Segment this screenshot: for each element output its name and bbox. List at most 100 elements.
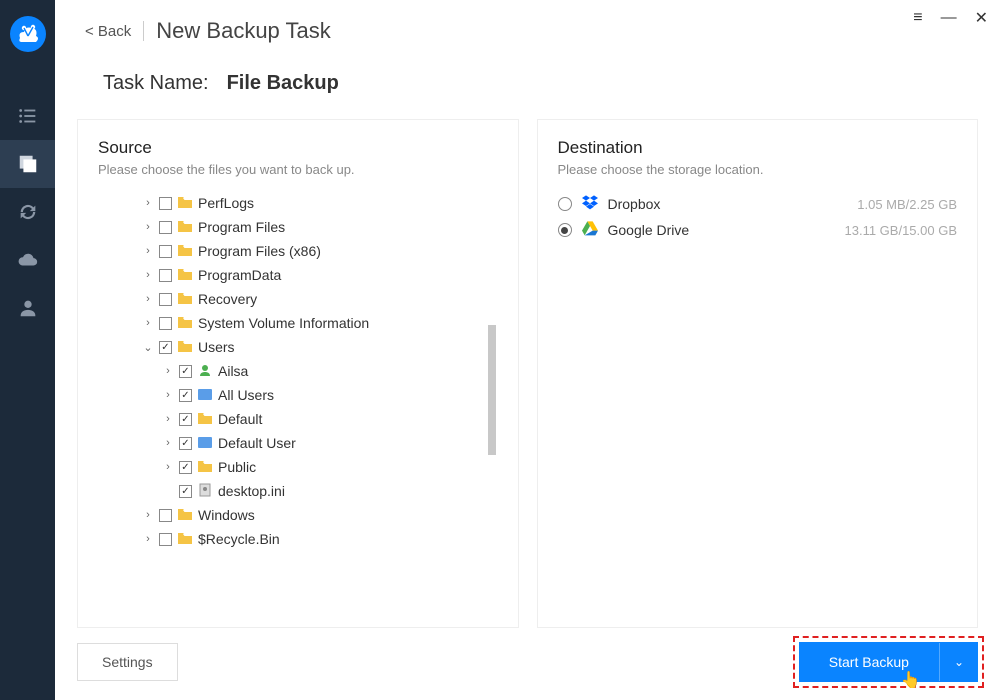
tree-label: Public — [218, 459, 256, 475]
destination-label: Dropbox — [608, 196, 848, 212]
tree-row[interactable]: › $Recycle.Bin — [98, 527, 498, 551]
destination-option[interactable]: Google Drive 13.11 GB/15.00 GB — [558, 217, 958, 243]
folder-icon — [177, 315, 193, 332]
task-name-value[interactable]: File Backup — [227, 72, 339, 95]
page-title: New Backup Task — [156, 18, 330, 44]
destination-size: 13.11 GB/15.00 GB — [845, 223, 958, 238]
tree-row[interactable]: › PerfLogs — [98, 191, 498, 215]
tree-row[interactable]: › ProgramData — [98, 263, 498, 287]
checkbox[interactable] — [179, 413, 192, 426]
folder-icon — [177, 531, 193, 548]
user-icon — [197, 363, 213, 380]
nav-sync-icon[interactable] — [0, 188, 55, 236]
caret-icon[interactable]: › — [142, 317, 154, 329]
source-subtitle: Please choose the files you want to back… — [98, 162, 498, 177]
destination-size: 1.05 MB/2.25 GB — [857, 197, 957, 212]
tree-label: Program Files (x86) — [198, 243, 321, 259]
destination-subtitle: Please choose the storage location. — [558, 162, 958, 177]
checkbox[interactable] — [179, 365, 192, 378]
tree-row[interactable]: ⌄ Users — [98, 335, 498, 359]
checkbox[interactable] — [159, 317, 172, 330]
folder-icon — [177, 267, 193, 284]
tree-label: Ailsa — [218, 363, 248, 379]
tree-row[interactable]: desktop.ini — [98, 479, 498, 503]
folder-icon — [177, 219, 193, 236]
destination-option[interactable]: Dropbox 1.05 MB/2.25 GB — [558, 191, 958, 217]
start-backup-dropdown-icon[interactable]: ⌄ — [939, 643, 978, 681]
checkbox[interactable] — [159, 245, 172, 258]
tree-row[interactable]: ›Default — [98, 407, 498, 431]
caret-icon[interactable]: › — [162, 365, 174, 377]
source-tree: ›PerfLogs›Program Files›Program Files (x… — [98, 191, 498, 609]
source-panel: Source Please choose the files you want … — [77, 119, 519, 628]
checkbox[interactable] — [179, 389, 192, 402]
settings-button[interactable]: Settings — [77, 643, 178, 681]
source-title: Source — [98, 138, 498, 158]
folder-icon — [177, 339, 193, 356]
folder-icon — [197, 411, 213, 428]
folder-blue-icon — [197, 387, 213, 404]
gdrive-icon — [582, 220, 598, 241]
tree-label: ProgramData — [198, 267, 281, 283]
dropbox-icon — [582, 194, 598, 215]
file-icon — [197, 483, 213, 500]
checkbox[interactable] — [179, 437, 192, 450]
start-backup-button[interactable]: Start Backup ⌄ — [799, 642, 978, 682]
tree-label: Users — [198, 339, 235, 355]
tree-row[interactable]: › Public — [98, 455, 498, 479]
tree-row[interactable]: › Default User — [98, 431, 498, 455]
tree-row[interactable]: › All Users — [98, 383, 498, 407]
folder-icon — [177, 195, 193, 212]
caret-icon[interactable]: ⌄ — [142, 341, 154, 354]
checkbox[interactable] — [179, 485, 192, 498]
caret-icon[interactable]: › — [142, 509, 154, 521]
tree-label: All Users — [218, 387, 274, 403]
folder-icon — [177, 243, 193, 260]
checkbox[interactable] — [159, 509, 172, 522]
tree-row[interactable]: › Program Files (x86) — [98, 239, 498, 263]
tree-row[interactable]: › Ailsa — [98, 359, 498, 383]
folder-icon — [197, 459, 213, 476]
tree-row[interactable]: › System Volume Information — [98, 311, 498, 335]
checkbox[interactable] — [159, 197, 172, 210]
tree-label: Windows — [198, 507, 255, 523]
tree-label: $Recycle.Bin — [198, 531, 280, 547]
sidebar — [0, 0, 55, 700]
caret-icon[interactable]: › — [162, 413, 174, 425]
back-button[interactable]: < Back — [85, 23, 131, 40]
destination-title: Destination — [558, 138, 958, 158]
checkbox[interactable] — [159, 533, 172, 546]
folder-icon — [177, 507, 193, 524]
caret-icon[interactable]: › — [142, 197, 154, 209]
caret-icon[interactable]: › — [142, 245, 154, 257]
caret-icon[interactable]: › — [162, 437, 174, 449]
nav-backup-icon[interactable] — [0, 140, 55, 188]
nav-user-icon[interactable] — [0, 284, 55, 332]
checkbox[interactable] — [159, 341, 172, 354]
checkbox[interactable] — [159, 221, 172, 234]
tree-label: System Volume Information — [198, 315, 369, 331]
scrollbar[interactable] — [488, 325, 496, 455]
start-backup-label: Start Backup — [799, 642, 939, 682]
caret-icon[interactable]: › — [162, 461, 174, 473]
checkbox[interactable] — [159, 269, 172, 282]
nav-cloud-icon[interactable] — [0, 236, 55, 284]
caret-icon[interactable]: › — [162, 389, 174, 401]
tree-row[interactable]: ›Program Files — [98, 215, 498, 239]
tree-label: PerfLogs — [198, 195, 254, 211]
nav-list-icon[interactable] — [0, 92, 55, 140]
radio[interactable] — [558, 223, 572, 237]
tree-row[interactable]: › Windows — [98, 503, 498, 527]
app-logo-icon — [10, 16, 46, 52]
destination-label: Google Drive — [608, 222, 835, 238]
caret-icon[interactable]: › — [142, 221, 154, 233]
caret-icon[interactable]: › — [142, 533, 154, 545]
caret-icon[interactable]: › — [142, 269, 154, 281]
radio[interactable] — [558, 197, 572, 211]
caret-icon[interactable]: › — [142, 293, 154, 305]
checkbox[interactable] — [179, 461, 192, 474]
folder-blue-icon — [197, 435, 213, 452]
tree-row[interactable]: ›Recovery — [98, 287, 498, 311]
tree-label: Default User — [218, 435, 296, 451]
checkbox[interactable] — [159, 293, 172, 306]
